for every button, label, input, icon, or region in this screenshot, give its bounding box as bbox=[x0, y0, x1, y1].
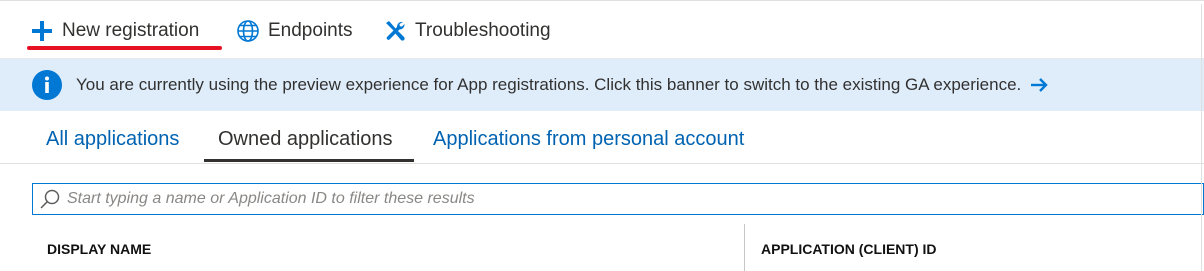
banner-message: You are currently using the preview expe… bbox=[76, 75, 1022, 94]
endpoints-label: Endpoints bbox=[268, 20, 353, 41]
column-header-application-id[interactable]: APPLICATION (CLIENT) ID bbox=[761, 241, 937, 257]
red-annotation-underline bbox=[27, 46, 222, 50]
new-registration-label: New registration bbox=[62, 20, 200, 41]
preview-banner[interactable]: You are currently using the preview expe… bbox=[0, 59, 1204, 111]
tab-owned-applications[interactable]: Owned applications bbox=[218, 128, 393, 151]
column-header-display-name[interactable]: DISPLAY NAME bbox=[47, 241, 151, 257]
tab-all-applications[interactable]: All applications bbox=[46, 128, 179, 151]
new-registration-button[interactable]: New registration bbox=[30, 16, 199, 46]
tab-personal-account-applications[interactable]: Applications from personal account bbox=[433, 128, 744, 151]
column-divider bbox=[744, 224, 745, 271]
wrench-screwdriver-icon bbox=[383, 19, 407, 43]
endpoints-button[interactable]: Endpoints bbox=[236, 16, 353, 46]
troubleshooting-label: Troubleshooting bbox=[415, 20, 551, 41]
application-tabs: All applications Owned applications Appl… bbox=[0, 120, 1204, 164]
search-icon bbox=[39, 188, 61, 210]
search-box bbox=[32, 183, 1204, 215]
troubleshooting-button[interactable]: Troubleshooting bbox=[383, 16, 551, 46]
panel-right-border bbox=[1201, 4, 1202, 271]
command-bar: New registration Endpoints Troubleshooti… bbox=[0, 4, 1204, 59]
table-header: DISPLAY NAME APPLICATION (CLIENT) ID bbox=[0, 224, 1204, 271]
search-input[interactable] bbox=[67, 185, 1203, 213]
info-icon bbox=[32, 70, 62, 100]
selected-tab-indicator bbox=[204, 159, 414, 162]
plus-icon bbox=[30, 19, 54, 43]
arrow-right-icon bbox=[1029, 75, 1049, 95]
globe-icon bbox=[236, 19, 260, 43]
